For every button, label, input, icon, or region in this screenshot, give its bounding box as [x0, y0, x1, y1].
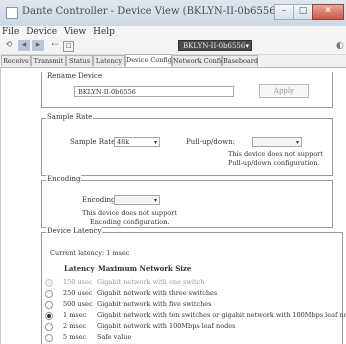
menu-view[interactable]: View [62, 26, 88, 38]
latency-radio-500[interactable] [45, 301, 53, 309]
sample-rate-title: Sample Rate [46, 113, 94, 122]
sample-rate-select[interactable]: 48k ▾ [114, 137, 160, 147]
tab-receive[interactable]: Receive [1, 55, 31, 66]
help-icon[interactable]: ◐ [336, 41, 346, 51]
latency-option-row: 500 usec Gigabit network with five switc… [45, 299, 341, 309]
latency-radio-1ms[interactable] [45, 312, 53, 320]
device-selector-value: BKLYN-II-0b6556 [183, 42, 246, 50]
chevron-down-icon: ▾ [295, 139, 299, 146]
toolbar: ⟲ ◂ ▸ ⇠ ▫ BKLYN-II-0b6556 ▾ ◐ [0, 38, 346, 55]
sample-rate-label: Sample Rate: [70, 138, 118, 146]
latency-option-row: 2 msec Gigabit network with 100Mbps leaf… [45, 321, 341, 331]
connect-icon[interactable]: ⇠ [49, 40, 61, 51]
latency-description: Gigabit network with three switches [97, 289, 218, 297]
close-button[interactable]: ✕ [312, 4, 344, 20]
latency-value: 1 msec [63, 311, 87, 319]
latency-option-row: 1 msec Gigabit network with ten switches… [45, 310, 346, 320]
tab-latency[interactable]: Latency [93, 55, 125, 66]
latency-radio-5ms[interactable] [45, 334, 53, 342]
encoding-select[interactable]: ▾ [114, 195, 160, 205]
tab-device-config[interactable]: Device Config [125, 54, 172, 67]
latency-value: 250 usec [63, 289, 93, 297]
latency-description: Gigabit network with five switches [97, 300, 212, 308]
latency-radio-250[interactable] [45, 290, 53, 298]
pullup-note-line2: Pull-up/down configuration. [228, 159, 320, 167]
refresh-icon[interactable]: ⟲ [3, 40, 15, 51]
tab-transmit[interactable]: Transmit [31, 55, 66, 66]
latency-radio-2ms[interactable] [45, 323, 53, 331]
device-latency-title: Device Latency [46, 227, 103, 236]
info-icon[interactable]: ▫ [63, 41, 74, 52]
pullup-select[interactable]: ▾ [252, 137, 302, 147]
encoding-label: Encoding: [82, 196, 118, 204]
latency-value: 2 msec [63, 322, 87, 330]
latency-description: Gigabit network with ten switches or gig… [97, 311, 346, 319]
rename-device-group: Rename Device BKLYN-II-0b6556 Apply [41, 72, 333, 108]
latency-option-row: 5 msec Safe value [45, 332, 341, 342]
maximize-button[interactable]: □ [293, 4, 313, 20]
latency-description: Gigabit network with 100Mbps leaf nodes [97, 322, 236, 330]
device-name-input[interactable]: BKLYN-II-0b6556 [74, 86, 234, 97]
tab-bar: Receive Transmit Status Latency Device C… [0, 54, 346, 68]
latency-column-header: Latency [64, 264, 95, 273]
pullup-note-line1: This device does not support [228, 150, 323, 158]
latency-option-row: 150 usec Gigabit network with one switch [45, 277, 341, 287]
encoding-title: Encoding [46, 175, 82, 184]
chevron-down-icon: ▾ [245, 42, 249, 50]
latency-value: 5 msec [63, 333, 87, 341]
tab-baseboard[interactable]: Baseboard [222, 55, 258, 66]
chevron-down-icon: ▾ [153, 197, 157, 204]
minimize-button[interactable]: – [274, 4, 294, 20]
latency-description: Gigabit network with one switch [97, 278, 205, 286]
encoding-note-line2: Encoding configuration. [90, 218, 170, 226]
encoding-note-line1: This device does not support [82, 209, 177, 217]
latency-description: Safe value [97, 333, 132, 341]
network-size-column-header: Maximum Network Size [98, 264, 192, 273]
rename-device-title: Rename Device [46, 72, 104, 81]
menu-device[interactable]: Device [24, 26, 59, 38]
device-config-panel: Rename Device BKLYN-II-0b6556 Apply Samp… [0, 68, 346, 344]
latency-value: 500 usec [63, 300, 93, 308]
menu-bar: File Device View Help [0, 26, 346, 38]
device-selector[interactable]: BKLYN-II-0b6556 ▾ [178, 40, 252, 51]
dante-controller-window: Dante Controller - Device View (BKLYN-II… [0, 0, 346, 344]
title-bar[interactable]: Dante Controller - Device View (BKLYN-II… [0, 0, 346, 26]
sample-rate-group: Sample Rate Sample Rate: 48k ▾ Pull-up/d… [41, 113, 333, 176]
tab-network-config[interactable]: Network Config [172, 55, 225, 66]
current-latency-label: Current latency: 1 msec [50, 249, 130, 257]
sample-rate-value: 48k [117, 138, 130, 146]
chevron-down-icon: ▾ [153, 139, 157, 146]
latency-value: 150 usec [63, 278, 93, 286]
latency-option-row: 250 usec Gigabit network with three swit… [45, 288, 341, 298]
window-title: Dante Controller - Device View (BKLYN-II… [22, 6, 280, 17]
back-icon[interactable]: ◂ [18, 40, 30, 51]
encoding-group: Encoding Encoding: ▾ This device does no… [41, 175, 333, 228]
app-icon [6, 7, 18, 19]
menu-help[interactable]: Help [91, 26, 117, 38]
latency-radio-150[interactable] [45, 279, 53, 287]
pullup-label: Pull-up/down: [186, 138, 235, 146]
menu-file[interactable]: File [0, 26, 21, 38]
apply-button[interactable]: Apply [259, 84, 309, 98]
forward-icon[interactable]: ▸ [32, 40, 44, 51]
tab-status[interactable]: Status [66, 55, 93, 66]
